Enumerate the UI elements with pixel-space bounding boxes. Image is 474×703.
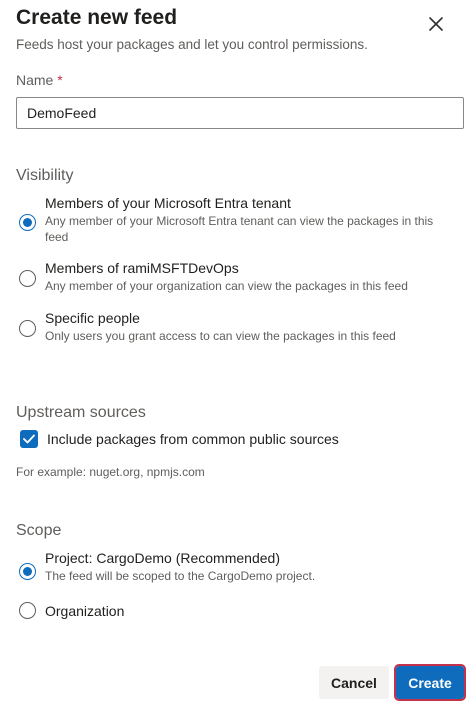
visibility-radio-organization[interactable] [19,270,36,287]
feed-name-input[interactable] [16,97,464,129]
create-button[interactable]: Create [394,664,466,701]
visibility-option-org-label[interactable]: Members of ramiMSFTDevOps [45,260,239,276]
required-mark: * [57,72,63,88]
scope-radio-project[interactable] [19,563,36,580]
scope-option-project-description: The feed will be scoped to the CargoDemo… [45,569,316,583]
visibility-option-entra-description: Any member of your Microsoft Entra tenan… [45,214,434,244]
visibility-option-specific-description: Only users you grant access to can view … [45,329,396,343]
scope-option-organization-label[interactable]: Organization [45,603,124,619]
close-button[interactable] [424,12,448,36]
visibility-radio-entra-tenant[interactable] [19,214,36,231]
upstream-checkbox[interactable] [20,430,38,448]
visibility-title: Visibility [16,167,74,184]
upstream-checkbox-label[interactable]: Include packages from common public sour… [47,431,339,447]
visibility-option-entra-label[interactable]: Members of your Microsoft Entra tenant [45,195,291,211]
upstream-example: For example: nuget.org, npmjs.com [16,465,205,479]
visibility-radio-specific-people[interactable] [19,320,36,337]
visibility-option-org-description: Any member of your organization can view… [45,279,408,293]
name-label: Name * [16,72,63,88]
scope-option-project-label[interactable]: Project: CargoDemo (Recommended) [45,550,280,566]
upstream-title: Upstream sources [16,404,146,421]
scope-radio-organization[interactable] [19,602,36,619]
visibility-option-specific-label[interactable]: Specific people [45,310,140,326]
dialog-title: Create new feed [16,6,178,29]
dialog-subtitle: Feeds host your packages and let you con… [16,37,368,52]
scope-title: Scope [16,522,62,539]
create-feed-dialog: Create new feed Feeds host your packages… [0,0,474,703]
cancel-button[interactable]: Cancel [319,666,389,699]
checkmark-icon [23,434,35,444]
name-label-text: Name [16,72,54,88]
close-icon [429,17,443,31]
